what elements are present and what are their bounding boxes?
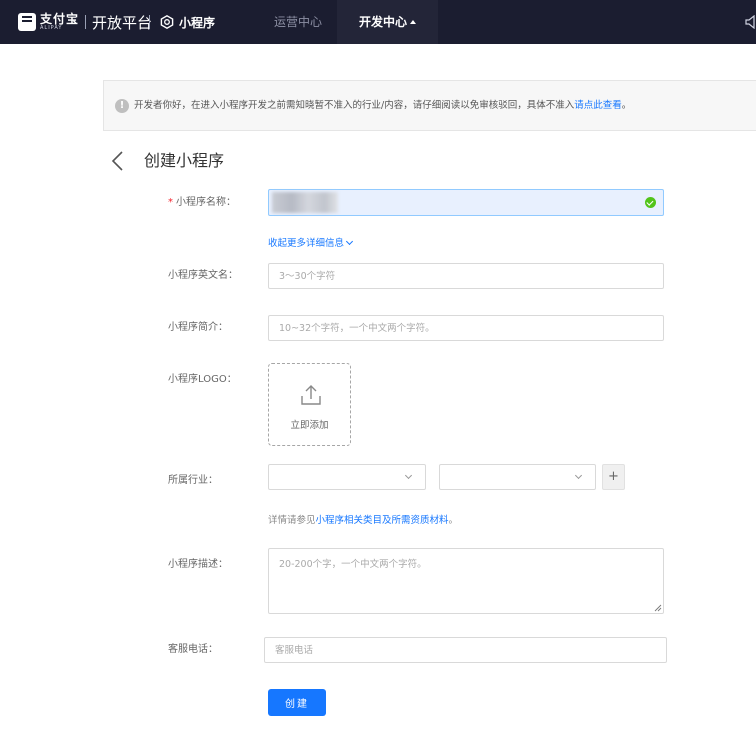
upload-icon xyxy=(301,385,321,405)
back-chevron-left-icon[interactable] xyxy=(108,150,128,172)
chevron-down-icon xyxy=(404,471,413,480)
page-title: 创建小程序 xyxy=(144,151,225,170)
name-label: * 小程序名称： xyxy=(168,196,236,210)
hint-prefix: 详情请参见 xyxy=(268,515,316,526)
nav-tab-operations[interactable]: 运营中心 xyxy=(259,0,337,44)
name-label-text: 小程序名称： xyxy=(176,197,236,208)
chevron-down-icon xyxy=(574,471,583,480)
upload-text: 立即添加 xyxy=(290,420,329,431)
notice-message: 开发者你好，在进入小程序开发之前需知晓暂不准入的行业/内容，请仔细阅读以免审核驳… xyxy=(134,100,575,111)
collapse-details-link[interactable]: 收起更多详细信息 xyxy=(268,237,354,251)
alipay-logo-icon xyxy=(18,13,36,31)
description-label: 小程序描述： xyxy=(168,559,228,570)
name-value-redacted xyxy=(272,192,338,213)
logo-label: 小程序LOGO： xyxy=(168,374,237,385)
industry-secondary-select[interactable] xyxy=(439,464,596,490)
notice-banner: ! 开发者你好，在进入小程序开发之前需知晓暂不准入的行业/内容，请仔细阅读以免审… xyxy=(103,80,756,131)
resize-grip-icon[interactable] xyxy=(654,604,662,612)
alipay-brand-text: 支付宝 ALIPAY xyxy=(40,13,79,31)
intro-input[interactable] xyxy=(268,315,664,341)
notice-view-link[interactable]: 请点此查看 xyxy=(574,100,622,111)
industry-label: 所属行业： xyxy=(168,475,218,486)
nav-tab-developer[interactable]: 开发中心 xyxy=(337,0,438,44)
notice-suffix: 。 xyxy=(621,100,632,111)
logo-upload-area[interactable]: 立即添加 xyxy=(268,363,351,446)
brand-name-en: ALIPAY xyxy=(40,25,63,31)
caret-up-icon xyxy=(410,19,416,24)
hint-suffix: 。 xyxy=(448,515,459,526)
notice-text: 开发者你好，在进入小程序开发之前需知晓暂不准入的行业/内容，请仔细阅读以免审核驳… xyxy=(134,99,631,113)
intro-label: 小程序简介： xyxy=(168,322,228,333)
required-mark: * xyxy=(168,197,173,208)
industry-primary-select[interactable] xyxy=(268,464,426,490)
check-circle-icon xyxy=(645,197,656,208)
create-button[interactable]: 创建 xyxy=(268,689,326,716)
nav-tab-developer-label: 开发中心 xyxy=(358,15,407,29)
info-icon: ! xyxy=(115,99,129,113)
platform-name: 开放平台 xyxy=(92,13,153,32)
alipay-brand[interactable]: 支付宝 ALIPAY 开放平台 xyxy=(18,10,152,34)
qualification-link[interactable]: 小程序相关类目及所需资质材料 xyxy=(316,515,449,526)
english-name-label: 小程序英文名： xyxy=(168,270,238,281)
miniprogram-logo-icon xyxy=(160,15,174,29)
product-name: 小程序 xyxy=(179,15,216,30)
description-textarea[interactable] xyxy=(268,548,664,614)
service-phone-input[interactable] xyxy=(264,637,667,663)
brand-name-cn: 支付宝 xyxy=(40,12,80,26)
product-divider xyxy=(149,15,150,29)
chevron-down-icon xyxy=(345,237,354,246)
collapse-details-label: 收起更多详细信息 xyxy=(268,238,345,249)
add-industry-button[interactable]: + xyxy=(602,464,625,490)
top-navigation-bar: 支付宝 ALIPAY 开放平台 小程序 运营中心 开发中心 xyxy=(0,0,756,44)
speaker-icon[interactable] xyxy=(745,15,756,29)
miniprogram-product[interactable]: 小程序 xyxy=(149,10,215,34)
industry-hint: 详情请参见小程序相关类目及所需资质材料。 xyxy=(268,514,458,528)
brand-divider xyxy=(85,15,87,29)
phone-label: 客服电话： xyxy=(168,644,218,655)
english-name-input[interactable] xyxy=(268,263,664,289)
